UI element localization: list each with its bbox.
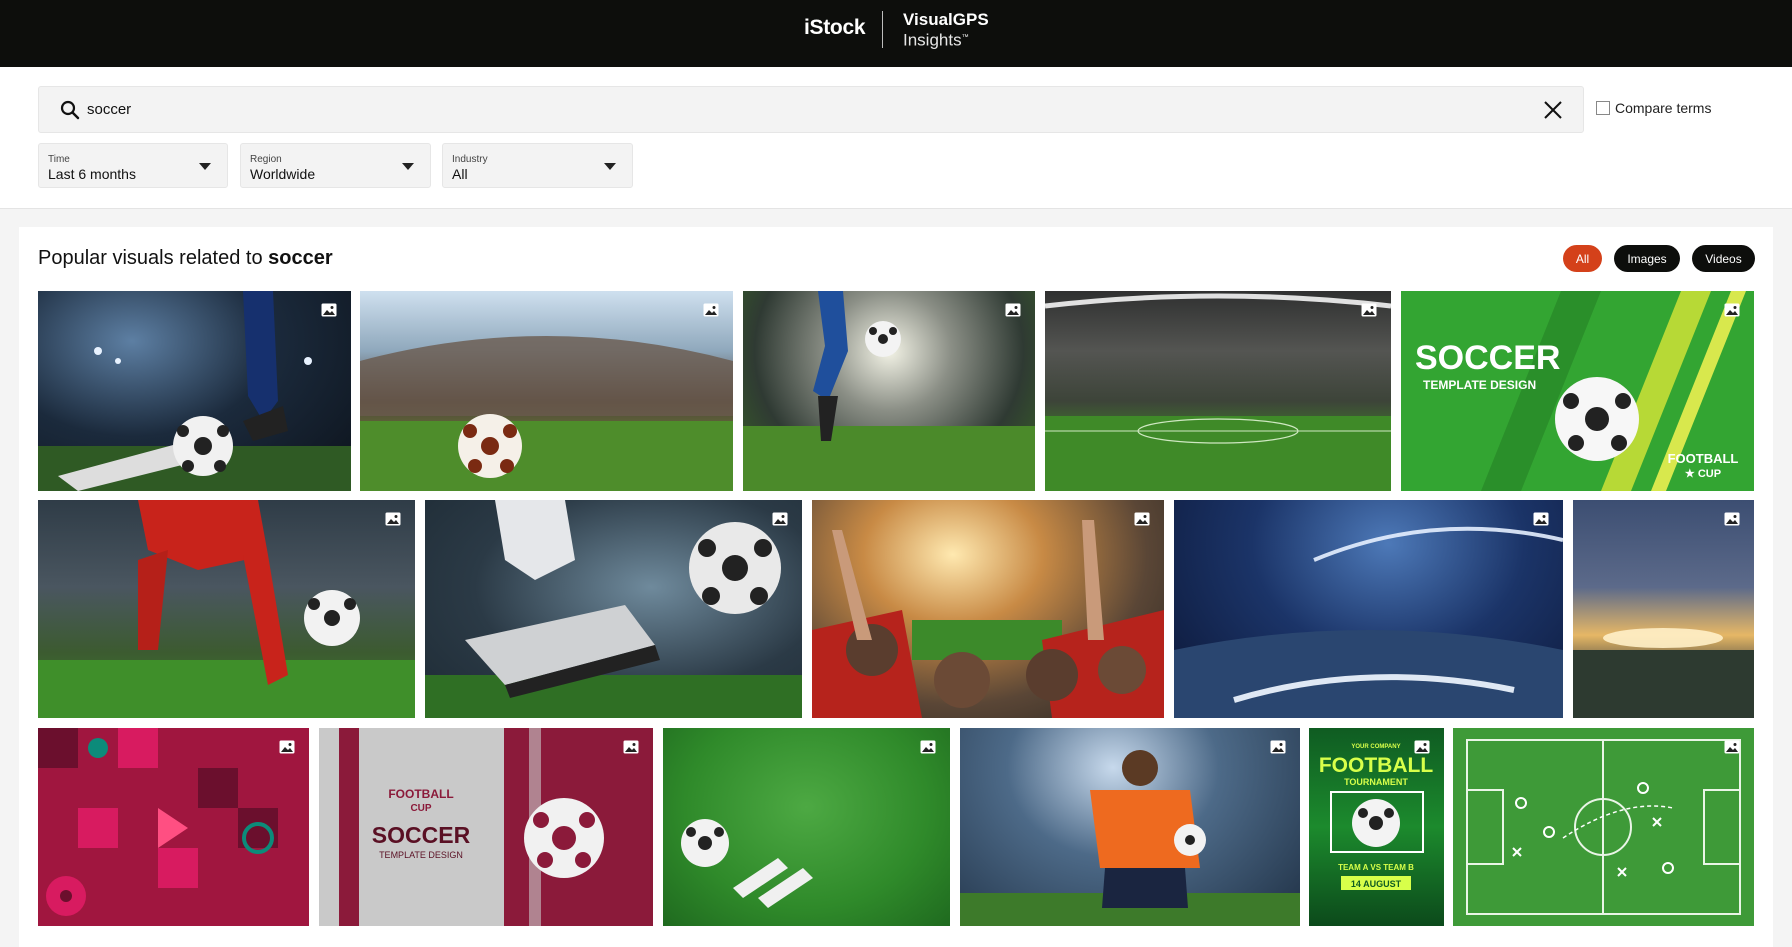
search-bar <box>38 86 1584 133</box>
image-icon <box>623 740 639 754</box>
photo-art <box>38 728 278 916</box>
compare-terms-toggle[interactable]: Compare terms <box>1596 100 1711 116</box>
industry-filter-caption: Industry <box>452 154 488 165</box>
poster-title: SOCCER <box>1415 339 1560 377</box>
poster-line2: CUP <box>410 803 431 814</box>
tile-empty-stadium-floodlights[interactable] <box>1045 291 1391 491</box>
insights-label: Insights <box>903 30 962 50</box>
flyer-date: 14 AUGUST <box>1351 879 1402 889</box>
tile-player-kicking-ball-night[interactable] <box>38 291 351 491</box>
poster-badge-line1: FOOTBALL <box>1668 451 1739 466</box>
image-icon <box>1414 740 1430 754</box>
photo-art <box>1045 293 1391 491</box>
compare-terms-label: Compare terms <box>1615 100 1712 116</box>
tab-all[interactable]: All <box>1563 245 1602 272</box>
search-icon[interactable] <box>60 100 80 120</box>
tile-player-red-kit-ball[interactable] <box>38 500 415 718</box>
photo-art: YOUR COMPANY FOOTBALL TOURNAMENT TEAM A … <box>1319 744 1433 890</box>
tile-soccer-template-design[interactable]: SOCCER TEMPLATE DESIGN FOOTBALL ★ CUP <box>1401 291 1754 491</box>
image-icon <box>1724 303 1740 317</box>
poster-line1: FOOTBALL <box>388 787 453 801</box>
close-icon[interactable] <box>1542 99 1564 121</box>
time-filter-value: Last 6 months <box>48 166 136 182</box>
tile-tactics-board[interactable] <box>1453 728 1754 926</box>
results-heading-prefix: Popular visuals related to <box>38 247 269 269</box>
tile-ball-on-stadium-pitch[interactable] <box>360 291 733 491</box>
results-panel: Popular visuals related to soccer All Im… <box>19 227 1773 947</box>
industry-filter-dropdown[interactable]: Industry All <box>442 143 633 188</box>
chevron-down-icon <box>604 163 616 170</box>
top-bar: iStock VisualGPS Insights™ <box>0 0 1792 67</box>
poster-badge-line2: ★ CUP <box>1685 468 1721 480</box>
photo-art <box>812 520 1164 718</box>
photo-art <box>1174 526 1563 718</box>
search-input[interactable] <box>87 87 1487 132</box>
tab-images[interactable]: Images <box>1614 245 1680 272</box>
flyer-subtitle: TOURNAMENT <box>1344 777 1408 787</box>
image-icon <box>1005 303 1021 317</box>
tab-videos[interactable]: Videos <box>1692 245 1755 272</box>
image-icon <box>1270 740 1286 754</box>
photo-art <box>38 291 351 491</box>
industry-filter-value: All <box>452 166 468 182</box>
poster-title: SOCCER <box>372 822 471 848</box>
tile-football-tournament-flyer[interactable]: YOUR COMPANY FOOTBALL TOURNAMENT TEAM A … <box>1309 728 1444 926</box>
tile-stadium-night-sky[interactable] <box>1174 500 1563 718</box>
tile-geometric-pattern[interactable] <box>38 728 309 926</box>
time-filter-dropdown[interactable]: Time Last 6 months <box>38 143 228 188</box>
region-filter-caption: Region <box>250 154 282 165</box>
image-icon <box>703 303 719 317</box>
photo-art <box>425 500 802 718</box>
flyer-title: FOOTBALL <box>1319 754 1433 777</box>
poster-subtitle: TEMPLATE DESIGN <box>1423 378 1536 392</box>
search-filters-area: Compare terms Time Last 6 months Region … <box>0 67 1792 209</box>
tile-fans-cheering[interactable] <box>812 500 1164 718</box>
image-icon <box>1361 303 1377 317</box>
compare-terms-checkbox[interactable] <box>1596 101 1610 115</box>
photo-art <box>1466 739 1741 915</box>
photo-art <box>743 291 1035 491</box>
flyer-top: YOUR COMPANY <box>1351 744 1400 750</box>
image-icon <box>920 740 936 754</box>
image-icon <box>1134 512 1150 526</box>
photo-art: FOOTBALL CUP SOCCER TEMPLATE DESIGN <box>339 728 653 926</box>
image-icon <box>1724 740 1740 754</box>
image-icon <box>279 740 295 754</box>
insights-logo-text: Insights™ <box>903 29 969 50</box>
region-filter-dropdown[interactable]: Region Worldwide <box>240 143 431 188</box>
flyer-teams: TEAM A VS TEAM B <box>1338 863 1414 872</box>
tile-boot-and-ball-closeup[interactable] <box>425 500 802 718</box>
image-icon <box>1724 512 1740 526</box>
photo-art: SOCCER TEMPLATE DESIGN FOOTBALL ★ CUP <box>1415 291 1746 491</box>
tile-ball-and-boots-on-grass[interactable] <box>663 728 950 926</box>
chevron-down-icon <box>199 163 211 170</box>
results-heading-term: soccer <box>268 247 333 269</box>
image-icon <box>772 512 788 526</box>
image-icon <box>321 303 337 317</box>
time-filter-caption: Time <box>48 154 70 165</box>
chevron-down-icon <box>402 163 414 170</box>
photo-art <box>960 750 1300 926</box>
istock-logo[interactable]: iStock <box>804 16 866 40</box>
tile-player-celebrating[interactable] <box>960 728 1300 926</box>
photo-art <box>1573 628 1754 718</box>
region-filter-value: Worldwide <box>250 166 316 182</box>
photo-art <box>681 819 813 908</box>
tile-football-cup-poster[interactable]: FOOTBALL CUP SOCCER TEMPLATE DESIGN <box>319 728 653 926</box>
image-icon <box>1533 512 1549 526</box>
photo-art <box>360 336 733 491</box>
visualgps-logo[interactable]: VisualGPS <box>903 11 989 29</box>
trademark-mark: ™ <box>961 34 969 41</box>
brand-divider <box>882 11 883 48</box>
image-icon <box>385 512 401 526</box>
poster-subtitle: TEMPLATE DESIGN <box>379 850 463 860</box>
photo-art <box>38 500 415 718</box>
tile-player-kick-stadium-lights[interactable] <box>743 291 1035 491</box>
results-heading: Popular visuals related to soccer <box>38 247 333 270</box>
tile-stadium-glow[interactable] <box>1573 500 1754 718</box>
